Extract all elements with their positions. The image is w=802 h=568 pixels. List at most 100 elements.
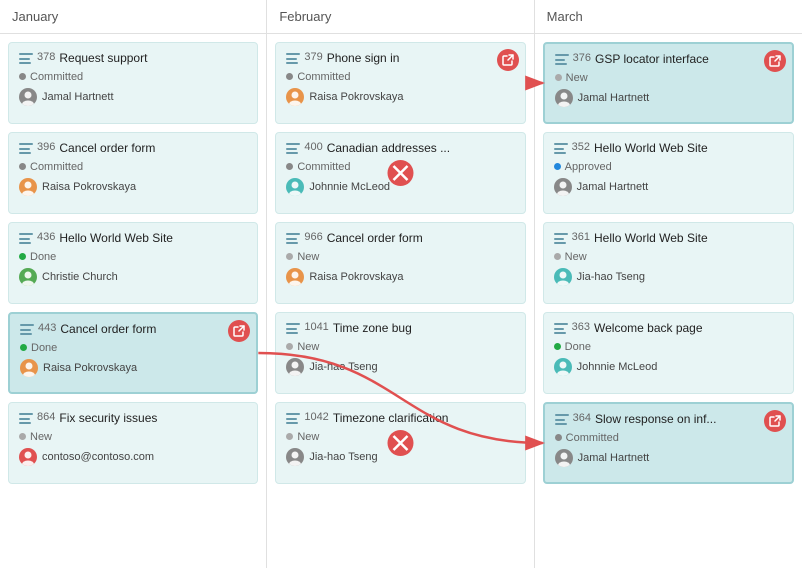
card-user: Raisa Pokrovskaya — [286, 268, 514, 286]
card-status: Committed — [286, 71, 514, 83]
link-icon[interactable] — [228, 320, 250, 342]
card-363[interactable]: 363 Welcome back page Done Johnnie McLeo… — [543, 312, 794, 394]
bars-icon — [554, 323, 568, 334]
status-label: New — [297, 341, 319, 353]
card-1042[interactable]: 1042 Timezone clarification New Jia-hao … — [275, 402, 525, 484]
avatar — [19, 88, 37, 106]
card-436[interactable]: 436 Hello World Web Site Done Christie C… — [8, 222, 258, 304]
bars-icon — [19, 413, 33, 424]
status-label: New — [30, 431, 52, 443]
card-user: Jamal Hartnett — [554, 178, 783, 196]
status-label: Committed — [30, 161, 83, 173]
column-header-february: February — [267, 0, 533, 34]
card-id: 443 — [38, 322, 56, 334]
user-name: Christie Church — [42, 271, 118, 283]
card-id: 966 — [304, 231, 322, 243]
card-user: Jamal Hartnett — [555, 449, 782, 467]
card-user: Johnnie McLeod — [286, 178, 514, 196]
user-name: Johnnie McLeod — [309, 181, 390, 193]
card-title: Cancel order form — [59, 141, 155, 157]
bars-icon — [554, 233, 568, 244]
status-label: New — [565, 251, 587, 263]
card-status: New — [286, 431, 514, 443]
card-1041[interactable]: 1041 Time zone bug New Jia-hao Tseng — [275, 312, 525, 394]
card-title: Welcome back page — [594, 321, 703, 337]
card-443[interactable]: 443 Cancel order form Done Raisa Pokrovs… — [8, 312, 258, 394]
link-icon[interactable] — [497, 49, 519, 71]
card-status: Done — [20, 342, 246, 354]
card-user: Jia-hao Tseng — [554, 268, 783, 286]
status-dot — [286, 343, 293, 350]
link-icon[interactable] — [764, 50, 786, 72]
user-name: Jia-hao Tseng — [577, 271, 645, 283]
card-id: 363 — [572, 321, 590, 333]
avatar — [554, 358, 572, 376]
user-name: contoso@contoso.com — [42, 451, 154, 463]
card-id: 436 — [37, 231, 55, 243]
avatar — [286, 358, 304, 376]
card-user: Raisa Pokrovskaya — [19, 178, 247, 196]
status-label: New — [297, 251, 319, 263]
card-id: 379 — [304, 51, 322, 63]
card-title: Canadian addresses ... — [327, 141, 450, 157]
card-361[interactable]: 361 Hello World Web Site New Jia-hao Tse… — [543, 222, 794, 304]
card-396[interactable]: 396 Cancel order form Committed Raisa Po… — [8, 132, 258, 214]
link-icon[interactable] — [764, 410, 786, 432]
card-id: 864 — [37, 411, 55, 423]
card-title: Time zone bug — [333, 321, 412, 337]
card-364[interactable]: 364 Slow response on inf... Committed Ja… — [543, 402, 794, 484]
bars-icon — [286, 233, 300, 244]
card-id: 396 — [37, 141, 55, 153]
status-dot — [555, 74, 562, 81]
column-header-january: January — [0, 0, 266, 34]
user-name: Jia-hao Tseng — [309, 451, 377, 463]
card-title: Hello World Web Site — [59, 231, 173, 247]
card-title: Timezone clarification — [333, 411, 449, 427]
user-name: Jia-hao Tseng — [309, 361, 377, 373]
card-400[interactable]: 400 Canadian addresses ... Committed Joh… — [275, 132, 525, 214]
card-id: 352 — [572, 141, 590, 153]
bars-icon — [19, 233, 33, 244]
status-label: Committed — [297, 71, 350, 83]
status-dot — [286, 73, 293, 80]
card-id: 378 — [37, 51, 55, 63]
card-id: 361 — [572, 231, 590, 243]
card-status: Done — [554, 341, 783, 353]
card-title: Hello World Web Site — [594, 231, 708, 247]
card-379[interactable]: 379 Phone sign in Committed Raisa Pokrov… — [275, 42, 525, 124]
card-title: Slow response on inf... — [595, 412, 716, 428]
bars-icon — [286, 143, 300, 154]
status-dot — [554, 253, 561, 260]
column-body-january: 378 Request support Committed Jamal Hart… — [0, 34, 266, 568]
card-376[interactable]: 376 GSP locator interface New Jamal Hart… — [543, 42, 794, 124]
user-name: Jamal Hartnett — [578, 452, 650, 464]
status-dot — [286, 253, 293, 260]
status-label: Done — [565, 341, 591, 353]
card-title: Cancel order form — [327, 231, 423, 247]
card-352[interactable]: 352 Hello World Web Site Approved Jamal … — [543, 132, 794, 214]
user-name: Raisa Pokrovskaya — [309, 271, 403, 283]
card-user: Johnnie McLeod — [554, 358, 783, 376]
card-user: Jamal Hartnett — [19, 88, 247, 106]
card-title: Request support — [59, 51, 147, 67]
bars-icon — [286, 413, 300, 424]
card-title: Hello World Web Site — [594, 141, 708, 157]
card-378[interactable]: 378 Request support Committed Jamal Hart… — [8, 42, 258, 124]
card-864[interactable]: 864 Fix security issues New contoso@cont… — [8, 402, 258, 484]
status-dot — [19, 253, 26, 260]
bars-icon — [555, 414, 569, 425]
user-name: Johnnie McLeod — [577, 361, 658, 373]
card-user: Christie Church — [19, 268, 247, 286]
column-body-march: 376 GSP locator interface New Jamal Hart… — [535, 34, 802, 568]
status-dot — [554, 343, 561, 350]
card-status: Committed — [19, 71, 247, 83]
card-status: New — [555, 72, 782, 84]
card-966[interactable]: 966 Cancel order form New Raisa Pokrovsk… — [275, 222, 525, 304]
user-name: Raisa Pokrovskaya — [309, 91, 403, 103]
card-id: 1042 — [304, 411, 328, 423]
user-name: Raisa Pokrovskaya — [43, 362, 137, 374]
card-id: 400 — [304, 141, 322, 153]
card-user: Jia-hao Tseng — [286, 358, 514, 376]
card-status: New — [19, 431, 247, 443]
status-dot — [19, 73, 26, 80]
